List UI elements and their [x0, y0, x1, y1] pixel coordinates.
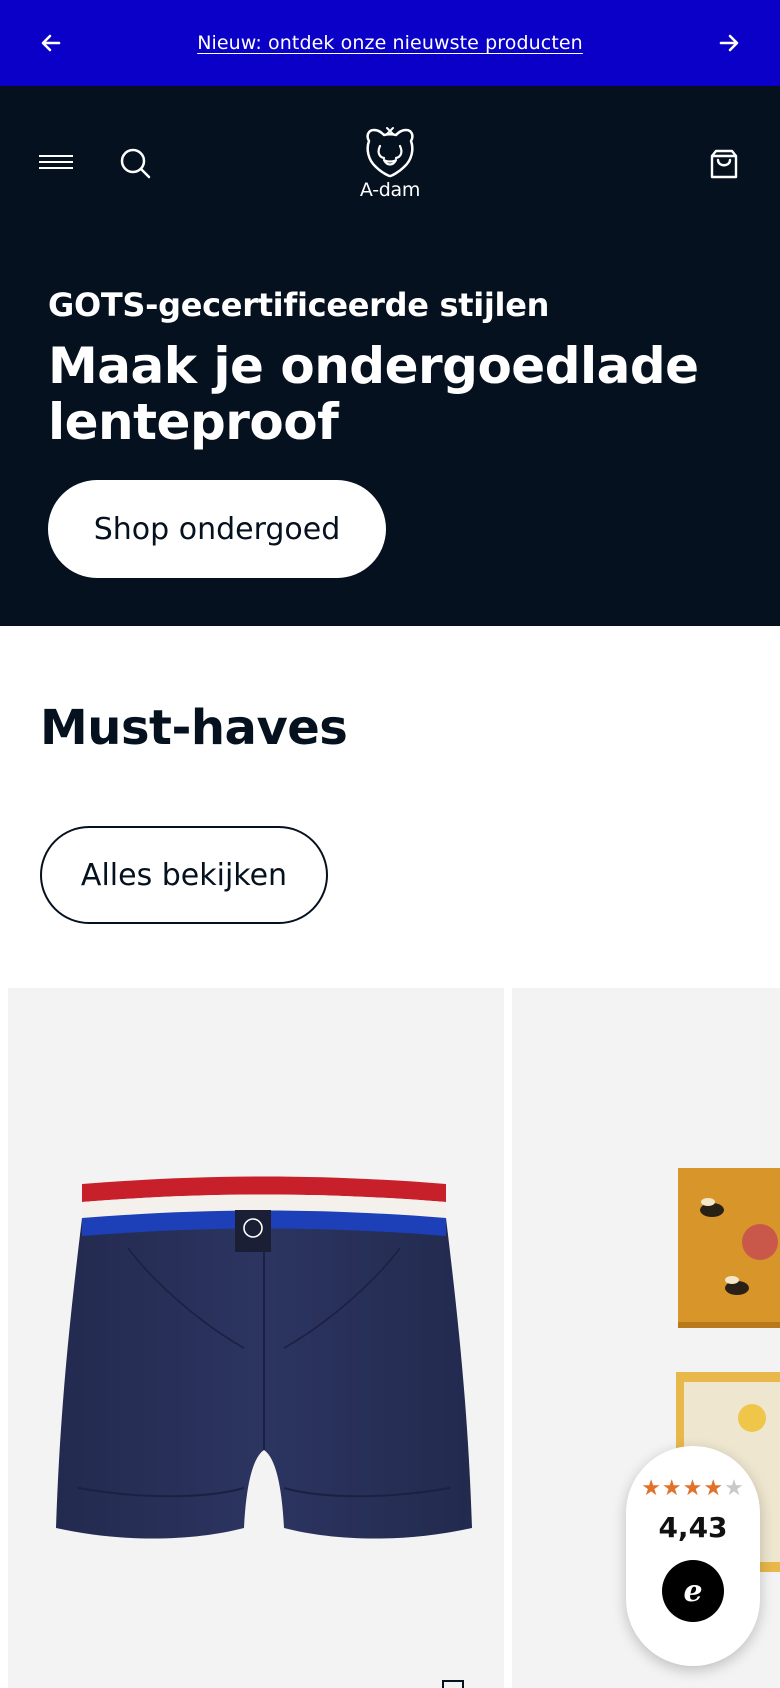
shopping-bag-icon: [710, 149, 738, 179]
menu-button[interactable]: [38, 143, 74, 181]
arrow-right-icon: [719, 34, 739, 52]
bear-head-logo-icon: [366, 127, 414, 178]
brand-wordmark: A-dam: [359, 179, 421, 201]
arrow-left-icon: [41, 34, 61, 52]
wishlist-icon[interactable]: [440, 1678, 466, 1688]
cart-button[interactable]: [708, 148, 740, 180]
site-header: A-dam: [0, 86, 780, 240]
view-all-button[interactable]: Alles bekijken: [40, 826, 328, 924]
section-title: Must-haves: [40, 700, 348, 756]
announcement-bar: Nieuw: ontdek onze nieuwste producten: [0, 0, 780, 86]
svg-text:e: e: [683, 1574, 702, 1609]
rating-score: 4,43: [658, 1511, 728, 1544]
hamburger-menu-icon: [39, 155, 73, 169]
announcement-prev-button[interactable]: [8, 0, 94, 86]
announcement-next-button[interactable]: [686, 0, 772, 86]
product-card[interactable]: [8, 988, 504, 1688]
rating-widget[interactable]: ★★★★★ 4,43 e: [626, 1446, 760, 1666]
trusted-shops-e-icon: e: [662, 1560, 724, 1622]
hero-headline: Maak je ondergoedlade lenteproof: [48, 337, 699, 451]
hero-eyebrow: GOTS-gecertificeerde stijlen: [48, 286, 550, 324]
product-image-boxer-brief: [56, 1176, 472, 1539]
brand-logo[interactable]: A-dam: [355, 122, 425, 204]
announcement-link[interactable]: Nieuw: ontdek onze nieuwste producten: [197, 32, 583, 54]
shop-underwear-button[interactable]: Shop ondergoed: [48, 480, 386, 578]
rating-stars: ★★★★★: [641, 1476, 745, 1501]
search-icon: [120, 148, 151, 179]
search-button[interactable]: [118, 146, 152, 180]
hero-banner: GOTS-gecertificeerde stijlen Maak je ond…: [0, 240, 780, 626]
